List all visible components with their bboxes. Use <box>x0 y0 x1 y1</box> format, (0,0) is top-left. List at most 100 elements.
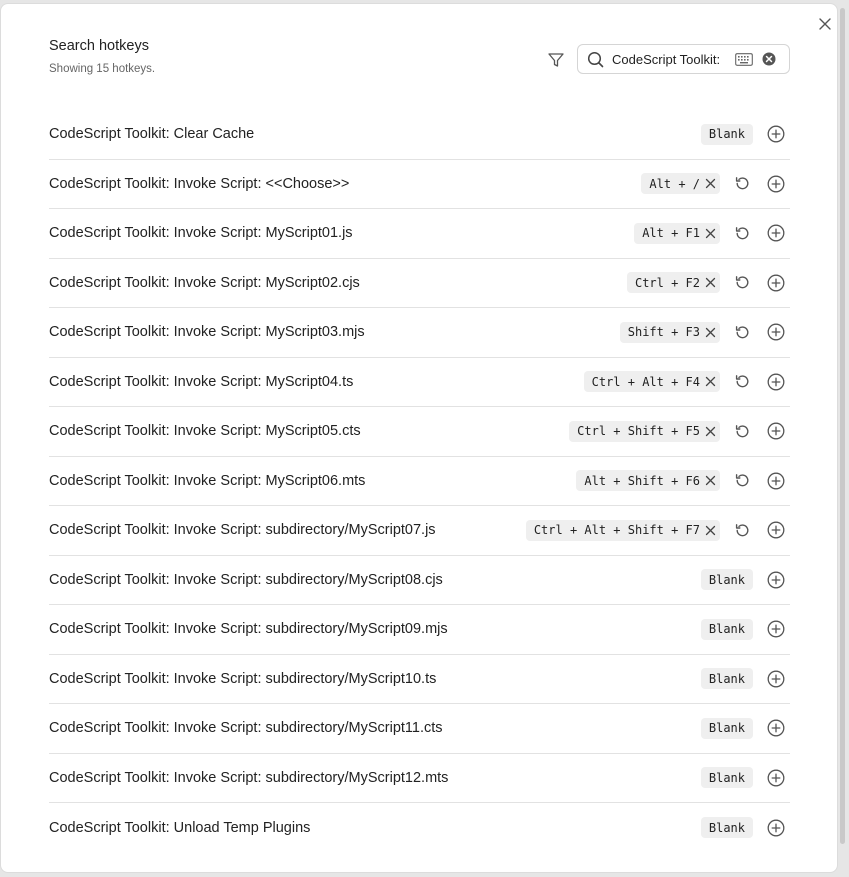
hotkey-controls: Blank <box>700 754 790 803</box>
hotkey-text: Blank <box>708 671 745 686</box>
hotkey-row: CodeScript Toolkit: Invoke Script: MyScr… <box>49 259 790 308</box>
reset-icon[interactable] <box>731 420 753 442</box>
command-label: CodeScript Toolkit: Invoke Script: subdi… <box>49 720 443 737</box>
hotkey-text: Ctrl + F2 <box>634 275 700 290</box>
blank-hotkey-badge: Blank <box>700 569 753 591</box>
reset-icon[interactable] <box>731 272 753 294</box>
add-hotkey-plus-circle-icon[interactable] <box>765 222 787 244</box>
hotkey-text: Shift + F3 <box>627 325 700 340</box>
hotkey-list: CodeScript Toolkit: Clear Cache Blank Code… <box>49 110 790 853</box>
hotkey-row: CodeScript Toolkit: Invoke Script: MyScr… <box>49 407 790 457</box>
remove-hotkey-x-icon[interactable] <box>705 426 716 437</box>
hotkey-controls: Shift + F3 <box>619 308 790 357</box>
hotkey-controls: Blank <box>700 803 790 853</box>
remove-hotkey-x-icon[interactable] <box>705 525 716 536</box>
filter-button[interactable] <box>543 47 569 73</box>
add-hotkey-plus-circle-icon[interactable] <box>765 767 787 789</box>
add-hotkey-plus-circle-icon[interactable] <box>765 668 787 690</box>
hotkey-text: Blank <box>708 127 745 142</box>
clear-search-button[interactable] <box>761 51 777 67</box>
filter-icon <box>548 53 564 67</box>
remove-hotkey-x-icon[interactable] <box>705 228 716 239</box>
hotkey-badge: Shift + F3 <box>619 321 720 343</box>
add-hotkey-plus-circle-icon[interactable] <box>765 817 787 839</box>
keyboard-icon[interactable] <box>734 51 754 67</box>
hotkey-badge: Ctrl + Alt + F4 <box>583 371 720 393</box>
hotkey-controls: Ctrl + Alt + Shift + F7 <box>525 506 790 555</box>
reset-icon[interactable] <box>731 222 753 244</box>
hotkey-controls: Blank <box>700 655 790 704</box>
hotkey-badge: Ctrl + Shift + F5 <box>569 420 720 442</box>
add-hotkey-plus-circle-icon[interactable] <box>765 470 787 492</box>
add-hotkey-plus-circle-icon[interactable] <box>765 321 787 343</box>
search-field[interactable] <box>577 44 790 74</box>
command-label: CodeScript Toolkit: Invoke Script: subdi… <box>49 621 448 638</box>
add-hotkey-plus-circle-icon[interactable] <box>765 519 787 541</box>
add-hotkey-plus-circle-icon[interactable] <box>765 371 787 393</box>
blank-hotkey-badge: Blank <box>700 668 753 690</box>
remove-hotkey-x-icon[interactable] <box>705 475 716 486</box>
close-button[interactable] <box>814 13 836 35</box>
scrollbar[interactable] <box>840 8 845 844</box>
add-hotkey-plus-circle-icon[interactable] <box>765 123 787 145</box>
reset-icon[interactable] <box>731 321 753 343</box>
hotkey-row: CodeScript Toolkit: Invoke Script: MyScr… <box>49 358 790 407</box>
hotkey-badge: Alt + Shift + F6 <box>576 470 720 492</box>
hotkey-row: CodeScript Toolkit: Invoke Script: subdi… <box>49 506 790 556</box>
hotkey-controls: Alt + F1 <box>634 209 790 258</box>
hotkey-badge: Ctrl + Alt + Shift + F7 <box>525 519 720 541</box>
hotkey-text: Alt + Shift + F6 <box>584 473 700 488</box>
remove-hotkey-x-icon[interactable] <box>705 376 716 387</box>
command-label: CodeScript Toolkit: Invoke Script: subdi… <box>49 670 437 687</box>
hotkey-controls: Blank <box>700 704 790 753</box>
reset-icon[interactable] <box>731 371 753 393</box>
blank-hotkey-badge: Blank <box>700 123 753 145</box>
page-title: Search hotkeys <box>49 38 149 54</box>
hotkey-controls: Blank <box>700 556 790 605</box>
reset-icon[interactable] <box>731 173 753 195</box>
hotkey-controls: Ctrl + F2 <box>626 259 790 308</box>
hotkey-controls: Blank <box>700 605 790 654</box>
hotkey-controls: Ctrl + Shift + F5 <box>569 407 790 456</box>
command-label: CodeScript Toolkit: Invoke Script: MyScr… <box>49 225 353 242</box>
reset-icon[interactable] <box>731 519 753 541</box>
search-input[interactable] <box>612 51 724 67</box>
blank-hotkey-badge: Blank <box>700 717 753 739</box>
hotkey-text: Ctrl + Alt + F4 <box>591 374 700 389</box>
hotkey-controls: Alt + / <box>641 160 790 209</box>
command-label: CodeScript Toolkit: Invoke Script: MyScr… <box>49 324 365 341</box>
command-label: CodeScript Toolkit: Invoke Script: subdi… <box>49 571 443 588</box>
command-label: CodeScript Toolkit: Invoke Script: MyScr… <box>49 274 360 291</box>
search-icon <box>585 49 605 69</box>
remove-hotkey-x-icon[interactable] <box>705 178 716 189</box>
hotkey-row: CodeScript Toolkit: Invoke Script: subdi… <box>49 605 790 655</box>
hotkey-text: Blank <box>708 572 745 587</box>
hotkey-row: CodeScript Toolkit: Clear Cache Blank <box>49 110 790 160</box>
remove-hotkey-x-icon[interactable] <box>705 327 716 338</box>
hotkey-badge: Ctrl + F2 <box>626 272 720 294</box>
hotkey-controls: Ctrl + Alt + F4 <box>583 358 790 407</box>
hotkey-row: CodeScript Toolkit: Invoke Script: subdi… <box>49 655 790 704</box>
hotkey-row: CodeScript Toolkit: Unload Temp Plugins B… <box>49 803 790 853</box>
add-hotkey-plus-circle-icon[interactable] <box>765 420 787 442</box>
hotkey-row: CodeScript Toolkit: Invoke Script: MyScr… <box>49 308 790 358</box>
hotkey-badge: Alt + / <box>641 173 720 195</box>
remove-hotkey-x-icon[interactable] <box>705 277 716 288</box>
hotkey-controls: Alt + Shift + F6 <box>576 457 790 506</box>
add-hotkey-plus-circle-icon[interactable] <box>765 569 787 591</box>
command-label: CodeScript Toolkit: Invoke Script: MyScr… <box>49 423 361 440</box>
hotkey-row: CodeScript Toolkit: Invoke Script: subdi… <box>49 556 790 605</box>
add-hotkey-plus-circle-icon[interactable] <box>765 173 787 195</box>
hotkey-text: Blank <box>708 721 745 736</box>
reset-icon[interactable] <box>731 470 753 492</box>
add-hotkey-plus-circle-icon[interactable] <box>765 717 787 739</box>
blank-hotkey-badge: Blank <box>700 817 753 839</box>
hotkey-text: Alt + F1 <box>642 226 700 241</box>
add-hotkey-plus-circle-icon[interactable] <box>765 272 787 294</box>
blank-hotkey-badge: Blank <box>700 767 753 789</box>
add-hotkey-plus-circle-icon[interactable] <box>765 618 787 640</box>
command-label: CodeScript Toolkit: Invoke Script: MyScr… <box>49 373 354 390</box>
hotkey-text: Ctrl + Alt + Shift + F7 <box>533 523 700 538</box>
close-icon <box>819 18 831 30</box>
hotkey-text: Ctrl + Shift + F5 <box>577 424 700 439</box>
